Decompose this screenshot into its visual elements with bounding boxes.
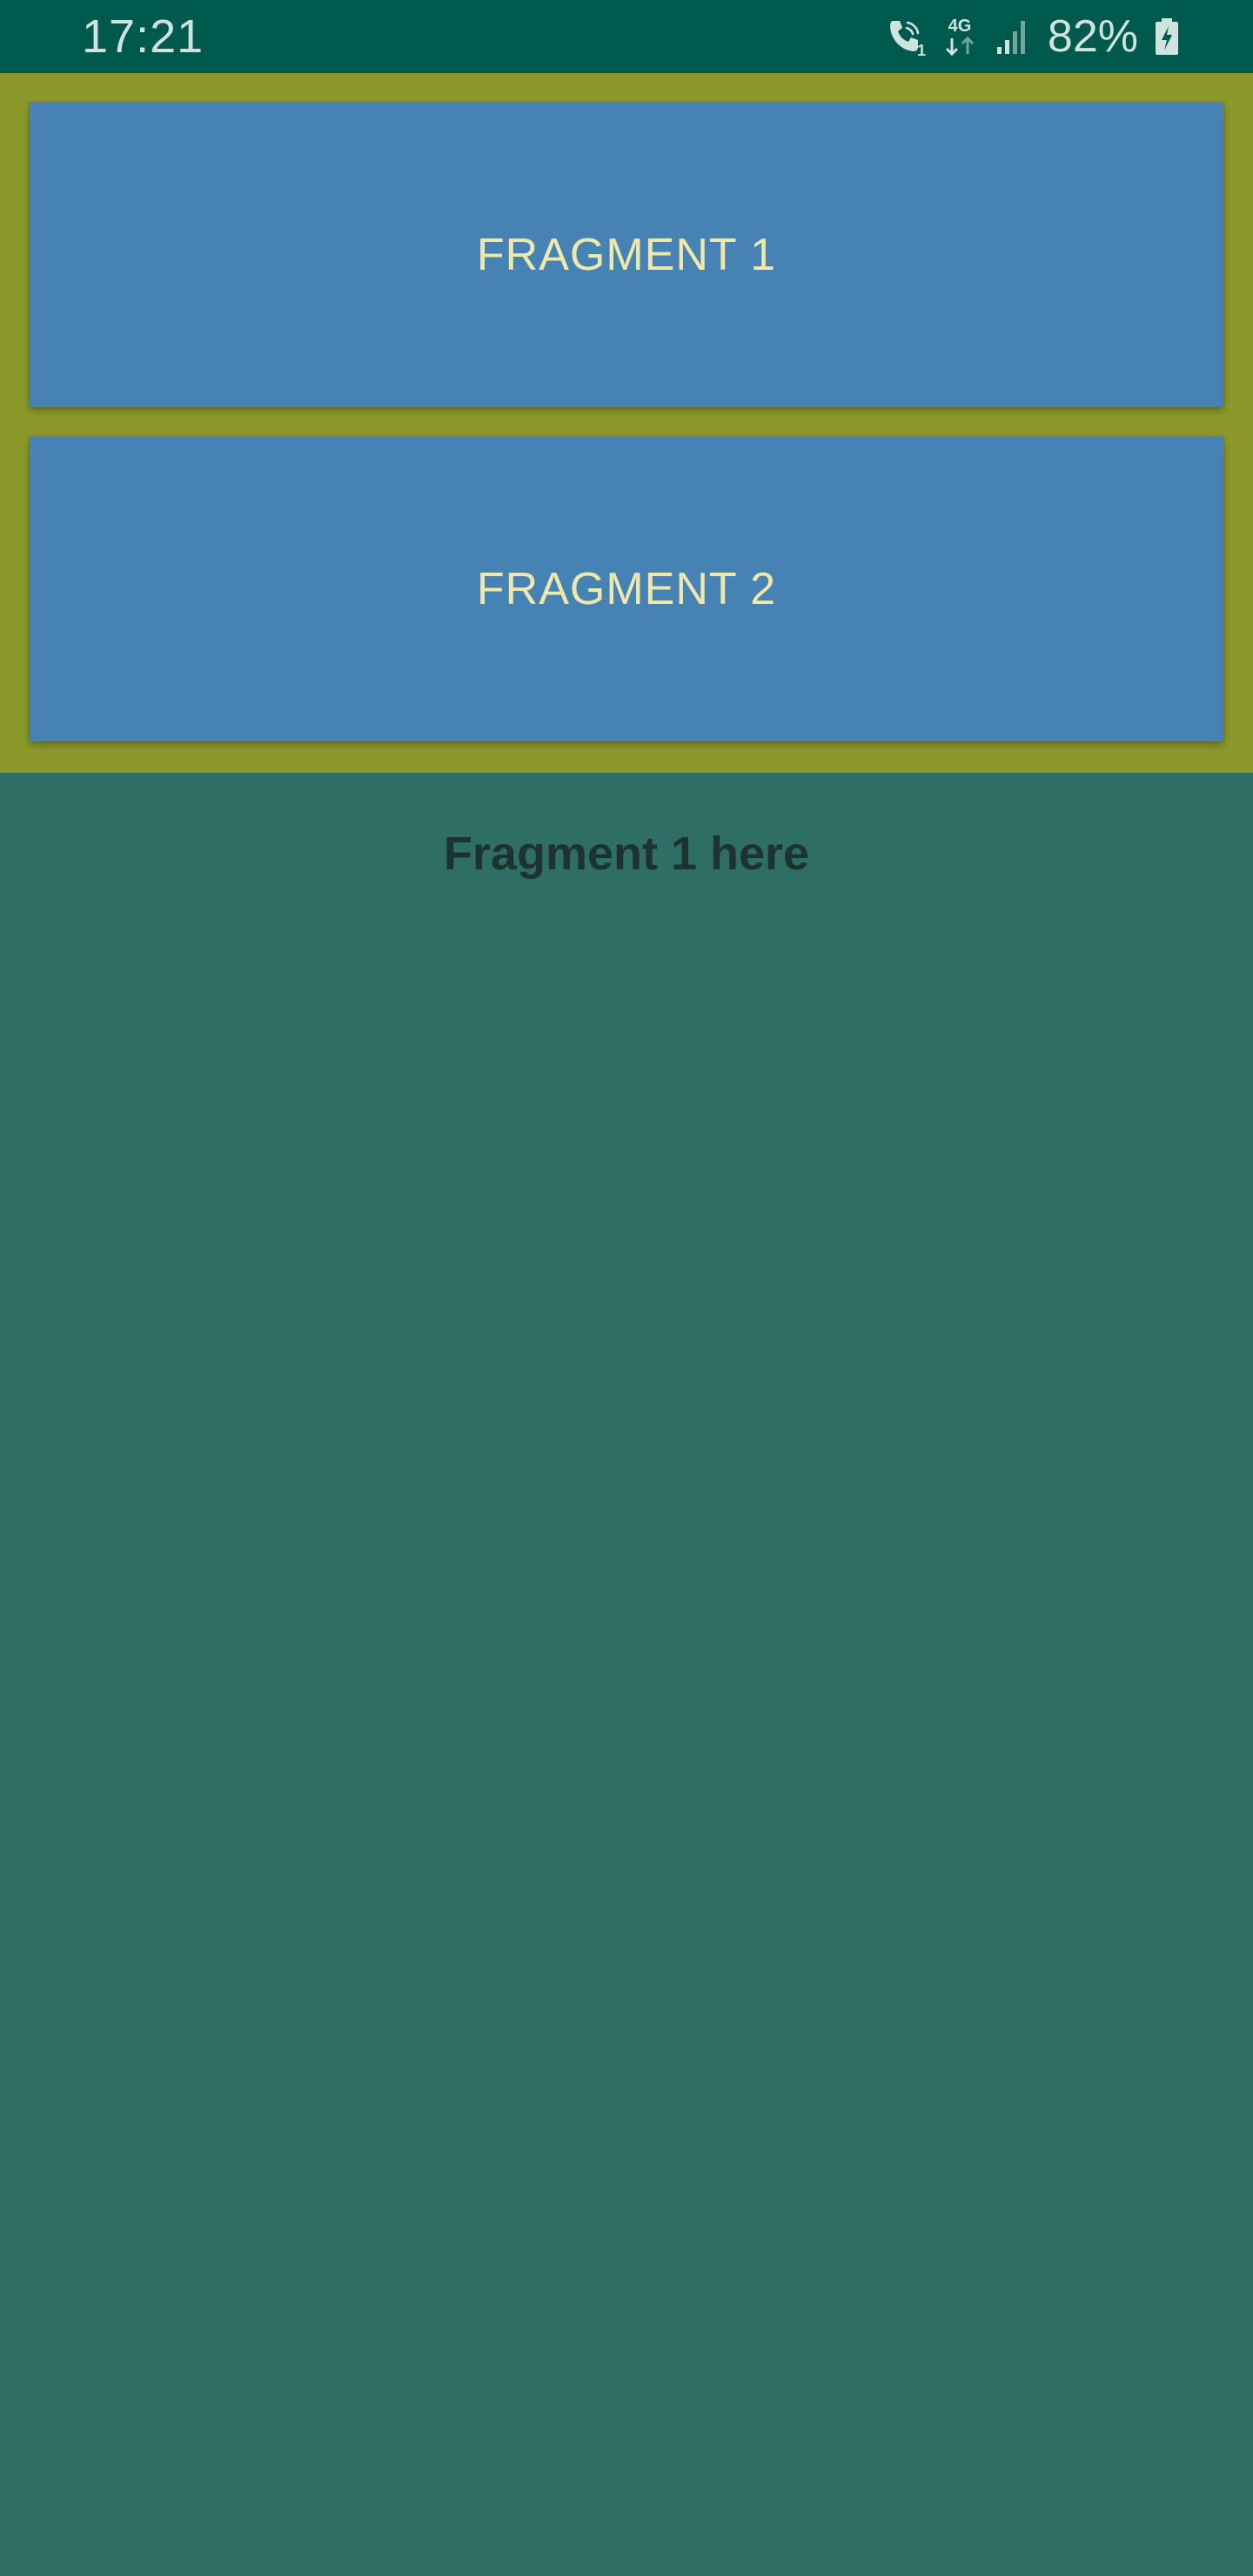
signal-icon <box>994 16 1032 57</box>
fragment-text: Fragment 1 here <box>443 828 810 880</box>
network-type-label: 4G <box>948 17 972 36</box>
fragment-2-button[interactable]: FRAGMENT 2 <box>30 437 1223 741</box>
button-panel: FRAGMENT 1 FRAGMENT 2 <box>0 73 1253 773</box>
status-icons: 1 4G 82% <box>884 12 1180 61</box>
battery-charging-icon <box>1154 17 1180 57</box>
fragment-container: Fragment 1 here <box>0 773 1253 2576</box>
fragment-1-button[interactable]: FRAGMENT 1 <box>30 103 1223 407</box>
call-icon: 1 <box>884 16 926 57</box>
sim-slot-label: 1 <box>917 42 926 57</box>
battery-percent: 82% <box>1047 11 1138 62</box>
status-bar: 17:21 1 4G 82% <box>0 0 1253 73</box>
network-4g-icon: 4G <box>941 14 978 59</box>
status-time: 17:21 <box>82 10 204 63</box>
